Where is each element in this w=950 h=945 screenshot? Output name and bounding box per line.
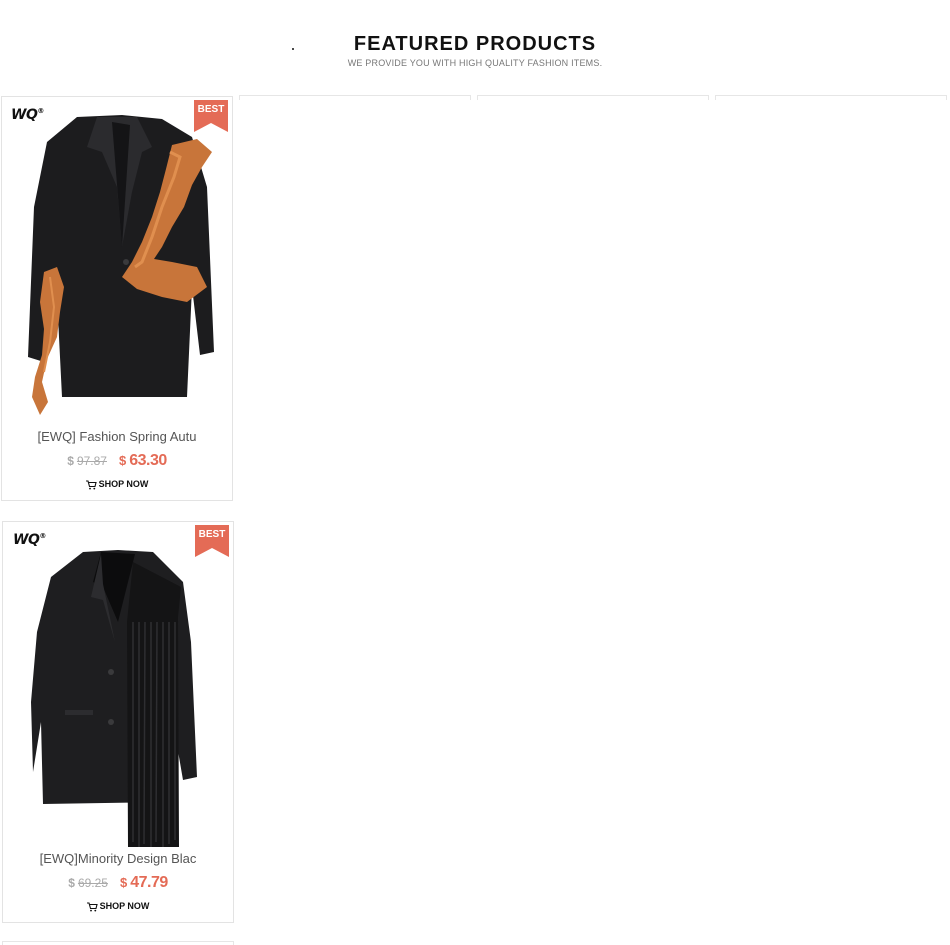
section-header: FEATURED PRODUCTS WE PROVIDE YOU WITH HI… [0,0,950,95]
sale-price: 63.30 [129,452,167,469]
cart-icon [85,480,97,490]
product-name[interactable]: [EWQ]Minority Design Blac [3,851,233,866]
product-card[interactable]: WQ® BEST [EWQ] Fashion Spring Autu $97.8… [1,96,233,501]
product-card-placeholder [239,95,471,100]
shop-now-button[interactable]: SHOP NOW [3,901,233,912]
product-card-placeholder [477,95,709,100]
product-prices: $97.87 $63.30 [2,452,232,470]
product-name[interactable]: [EWQ] Fashion Spring Autu [2,429,232,444]
section-subtitle: WE PROVIDE YOU WITH HIGH QUALITY FASHION… [347,58,603,68]
brand-logo: WQ® [13,532,46,548]
product-image[interactable] [3,522,233,847]
shop-now-label: SHOP NOW [99,901,150,911]
old-price: 69.25 [77,876,108,890]
old-price-currency: $ [67,454,74,468]
product-prices: $69.25 $47.79 [3,874,233,892]
product-card[interactable]: WQ® BEST [EWQ]Minority Design Blac $69.2… [2,521,234,923]
old-price: 97.87 [76,454,107,468]
sale-price-currency: $ [118,453,127,468]
cart-icon [86,902,98,912]
sale-price: 47.79 [130,874,168,891]
product-image[interactable] [2,97,232,422]
brand-logo: WQ® [11,107,44,123]
shop-now-label: SHOP NOW [98,479,149,489]
old-price-currency: $ [68,876,75,890]
product-card-placeholder [715,95,947,100]
product-card-placeholder [2,941,234,945]
shop-now-button[interactable]: SHOP NOW [2,479,232,490]
section-title: FEATURED PRODUCTS [353,33,597,55]
sale-price-currency: $ [119,875,128,890]
